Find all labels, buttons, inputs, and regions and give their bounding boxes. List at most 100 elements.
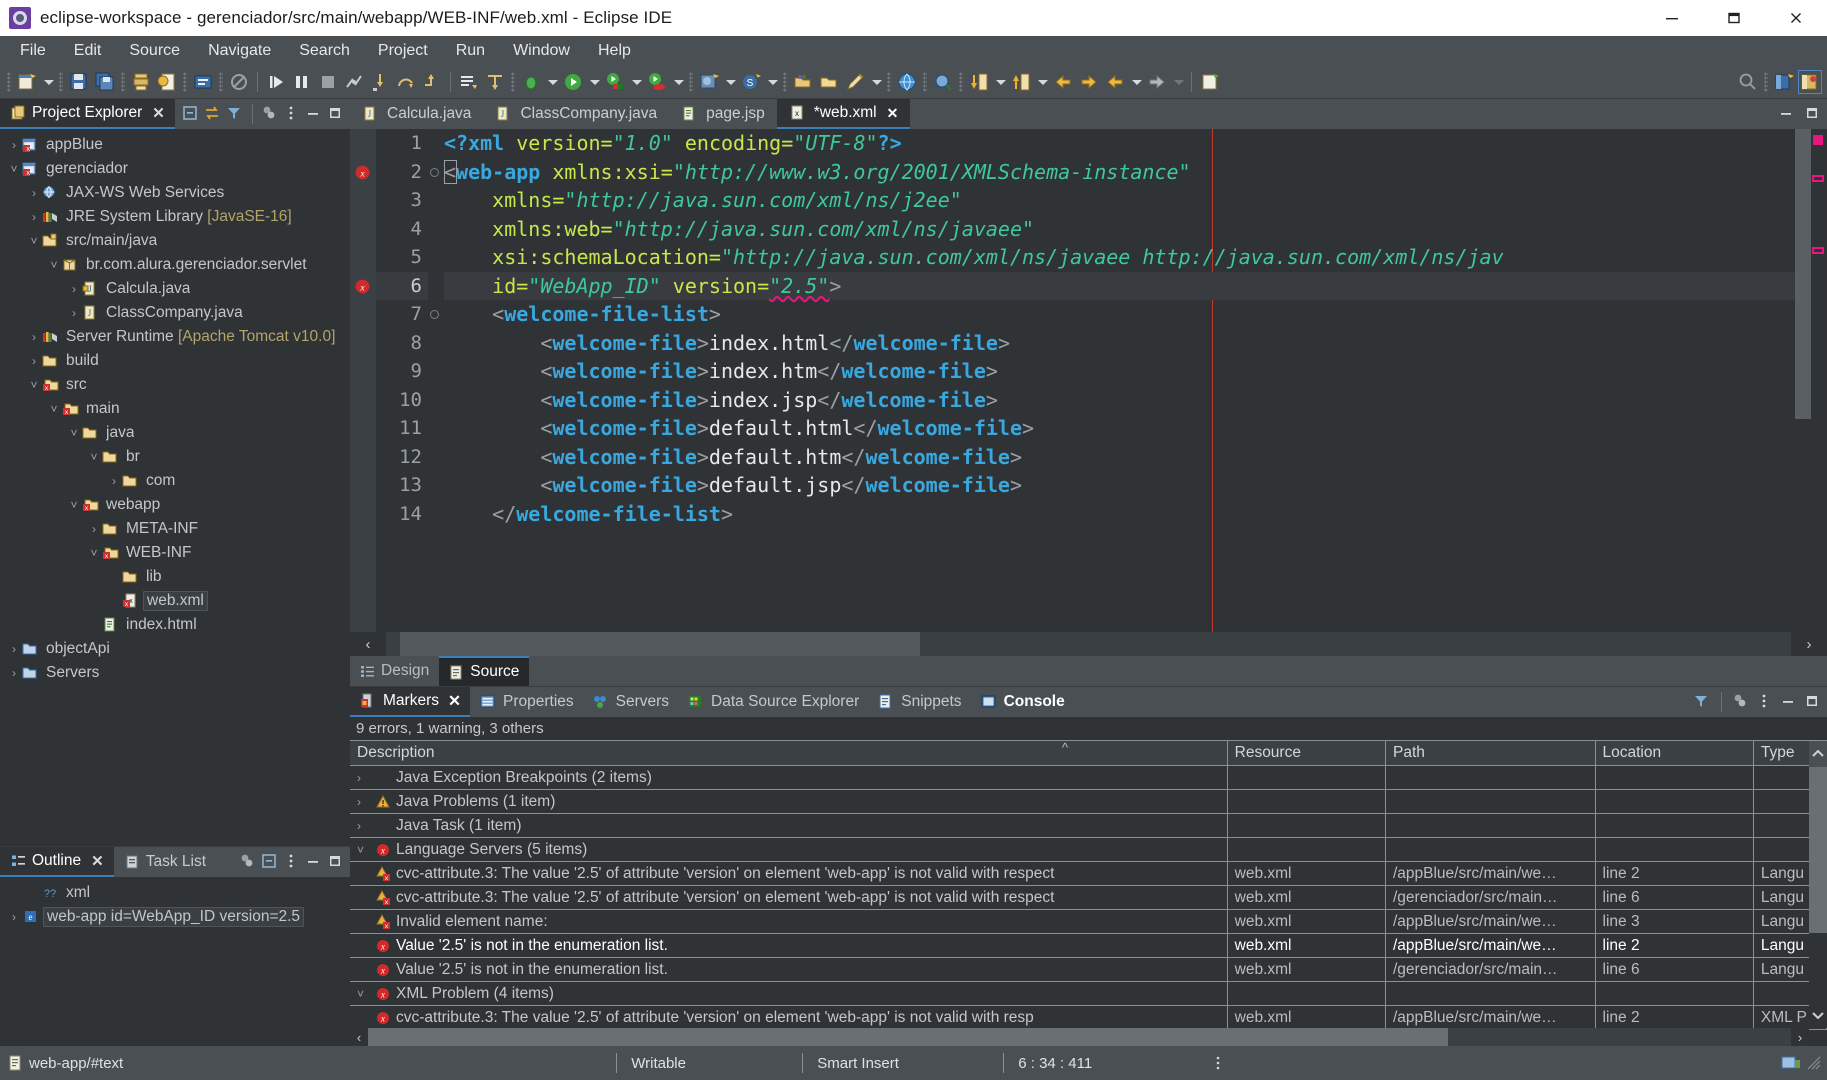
markers-hscroll-thumb[interactable] <box>368 1028 1448 1046</box>
scroll-thumb[interactable] <box>1795 129 1811 419</box>
tree-twisty-collapsed[interactable]: › <box>86 522 102 536</box>
new-server-icon[interactable]: S <box>740 71 762 93</box>
marker-description[interactable]: x Invalid element name: <box>350 909 1228 934</box>
hscroll-track[interactable] <box>386 632 1791 656</box>
outline-item-xml[interactable]: ?? xml <box>0 881 350 905</box>
resize-grip-icon[interactable] <box>1807 1056 1821 1070</box>
editor-marker-column[interactable]: xx <box>350 129 376 632</box>
code-line-7[interactable]: <welcome-file-list> <box>444 300 1795 329</box>
tree-item-lib[interactable]: lib <box>0 565 350 589</box>
marker-description[interactable]: › Java Task (1 item) <box>350 813 1228 838</box>
view-tools-icon[interactable] <box>1731 692 1751 712</box>
outline-item-web-app-id-webapp-id-version-2-5[interactable]: › e web-app id=WebApp_ID version=2.5 <box>0 905 350 929</box>
code-line-4[interactable]: xmlns:web="http://java.sun.com/xml/ns/ja… <box>444 215 1795 244</box>
markers-horizontal-scrollbar[interactable]: ‹ › <box>350 1028 1809 1046</box>
marker-twisty[interactable]: ˅ <box>357 843 375 857</box>
code-line-5[interactable]: xsi:schemaLocation="http://java.sun.com/… <box>444 243 1795 272</box>
tree-item-web-xml[interactable]: x x web.xml <box>0 589 350 613</box>
tree-twisty-collapsed[interactable]: › <box>106 474 122 488</box>
marker-description[interactable]: x cvc-attribute.3: The value '2.5' of att… <box>350 1005 1228 1030</box>
marker-twisty[interactable]: › <box>357 795 375 809</box>
tab-project-explorer[interactable]: Project Explorer ✕ <box>0 99 175 129</box>
maximize-view-icon[interactable] <box>326 852 346 872</box>
stop-server-dropdown-arrow[interactable] <box>671 71 685 93</box>
menu-file[interactable]: File <box>6 38 60 64</box>
java-ee-perspective-icon[interactable] <box>1798 70 1822 94</box>
tree-twisty-expanded[interactable]: ˅ <box>86 450 102 464</box>
menu-help[interactable]: Help <box>584 38 645 64</box>
editor-tab-calcula-java[interactable]: J Calcula.java <box>350 99 483 129</box>
markers-table-body[interactable]: › Java Exception Breakpoints (2 items) › Ja… <box>350 765 1827 1030</box>
quick-access-search-icon[interactable] <box>1737 71 1759 93</box>
tree-item-jax-ws-web-services[interactable]: › JAX-WS Web Services <box>0 181 350 205</box>
code-line-12[interactable]: <welcome-file>default.htm</welcome-file> <box>444 443 1795 472</box>
forward-icon[interactable] <box>1078 71 1100 93</box>
editor-tab-classcompany-java[interactable]: J ClassCompany.java <box>483 99 669 129</box>
markers-row[interactable]: x Value '2.5' is not in the enumeration l… <box>350 933 1827 958</box>
menu-source[interactable]: Source <box>115 38 194 64</box>
hscroll-right-arrow[interactable]: › <box>1791 632 1827 656</box>
bottom-tab-data-source-explorer[interactable]: Data Source Explorer <box>678 687 868 717</box>
new-java-class-icon[interactable] <box>192 71 214 93</box>
marker-description[interactable]: ˅ x XML Problem (4 items) <box>350 981 1228 1006</box>
view-menu-icon[interactable] <box>282 104 302 124</box>
menu-window[interactable]: Window <box>499 38 584 64</box>
editor-vertical-scrollbar[interactable] <box>1795 129 1811 632</box>
overview-marker[interactable] <box>1813 135 1823 145</box>
marker-description[interactable]: › Java Problems (1 item) <box>350 789 1228 814</box>
tree-item-server-runtime[interactable]: › Server Runtime [Apache Tomcat v10.0] <box>0 325 350 349</box>
outline-tree[interactable]: ?? xml › e web-app id=WebApp_ID version=2.5 <box>0 877 350 1046</box>
tree-twisty-collapsed[interactable]: › <box>6 666 22 680</box>
tree-twisty-expanded[interactable]: ˅ <box>86 546 102 560</box>
tree-twisty-collapsed[interactable]: › <box>6 138 22 152</box>
tab-source[interactable]: Source <box>439 656 530 686</box>
menu-project[interactable]: Project <box>364 38 442 64</box>
tree-item-servers[interactable]: › Servers <box>0 661 350 685</box>
minimize-view-icon[interactable] <box>304 104 324 124</box>
markers-hscroll-right-arrow[interactable]: › <box>1791 1028 1809 1046</box>
tree-twisty-collapsed[interactable]: › <box>26 186 42 200</box>
collapse-all-icon[interactable] <box>260 852 280 872</box>
tree-item-java[interactable]: ˅ java <box>0 421 350 445</box>
minimize-view-icon[interactable] <box>1777 104 1797 124</box>
open-web-browser-icon[interactable] <box>896 71 918 93</box>
markers-row[interactable]: x Invalid element name: web.xml/appBlue/sr… <box>350 909 1827 934</box>
next-annotation-dropdown-arrow[interactable] <box>993 71 1007 93</box>
markers-row[interactable]: ˅ x Language Servers (5 items) <box>350 837 1827 862</box>
tree-item-main[interactable]: ˅ x main <box>0 397 350 421</box>
menu-run[interactable]: Run <box>442 38 499 64</box>
bottom-tab-close-icon[interactable]: ✕ <box>448 692 461 711</box>
back-history-dropdown-arrow[interactable] <box>1129 71 1143 93</box>
previous-annotation-icon[interactable] <box>1010 71 1032 93</box>
overview-marker[interactable] <box>1812 175 1824 182</box>
view-tools-icon[interactable] <box>238 852 258 872</box>
toolbar-drag-handle[interactable] <box>7 71 11 92</box>
debug-icon[interactable] <box>520 71 542 93</box>
search-web-icon[interactable] <box>932 71 954 93</box>
new-wizard-dropdown-arrow[interactable] <box>41 71 55 93</box>
terminate-icon[interactable] <box>317 71 339 93</box>
markers-row[interactable]: x cvc-attribute.3: The value '2.5' of att… <box>350 861 1827 886</box>
markers-hscroll-left-arrow[interactable]: ‹ <box>350 1028 368 1046</box>
tree-twisty-collapsed[interactable]: › <box>6 642 22 656</box>
skip-breakpoints-icon[interactable] <box>228 71 250 93</box>
code-line-8[interactable]: <welcome-file>index.html</welcome-file> <box>444 329 1795 358</box>
editor-tab-close-icon[interactable]: ✕ <box>887 105 899 122</box>
marker-description[interactable]: ˅ x Language Servers (5 items) <box>350 837 1228 862</box>
maximize-button[interactable] <box>1703 0 1765 36</box>
tree-twisty-collapsed[interactable]: › <box>66 306 82 320</box>
tree-item-index-html[interactable]: index.html <box>0 613 350 637</box>
editor-folding-column[interactable] <box>428 129 444 632</box>
open-perspective-icon[interactable] <box>1773 71 1795 93</box>
tree-twisty-collapsed[interactable]: › <box>26 354 42 368</box>
tree-twisty-expanded[interactable]: ˅ <box>66 426 82 440</box>
project-explorer-tree[interactable]: › x appBlue ˅ x gerenciador › JAX-WS Web Servic… <box>0 129 350 846</box>
marker-description[interactable]: › Java Exception Breakpoints (2 items) <box>350 765 1228 790</box>
code-line-1[interactable]: <?xml version="1.0" encoding="UTF-8"?> <box>444 129 1795 158</box>
tree-item-br[interactable]: ˅ br <box>0 445 350 469</box>
tree-item-meta-inf[interactable]: › META-INF <box>0 517 350 541</box>
maximize-view-icon[interactable] <box>1803 104 1823 124</box>
filter-icon[interactable] <box>1692 692 1712 712</box>
menu-search[interactable]: Search <box>285 38 364 64</box>
markers-row[interactable]: x Value '2.5' is not in the enumeration l… <box>350 957 1827 982</box>
